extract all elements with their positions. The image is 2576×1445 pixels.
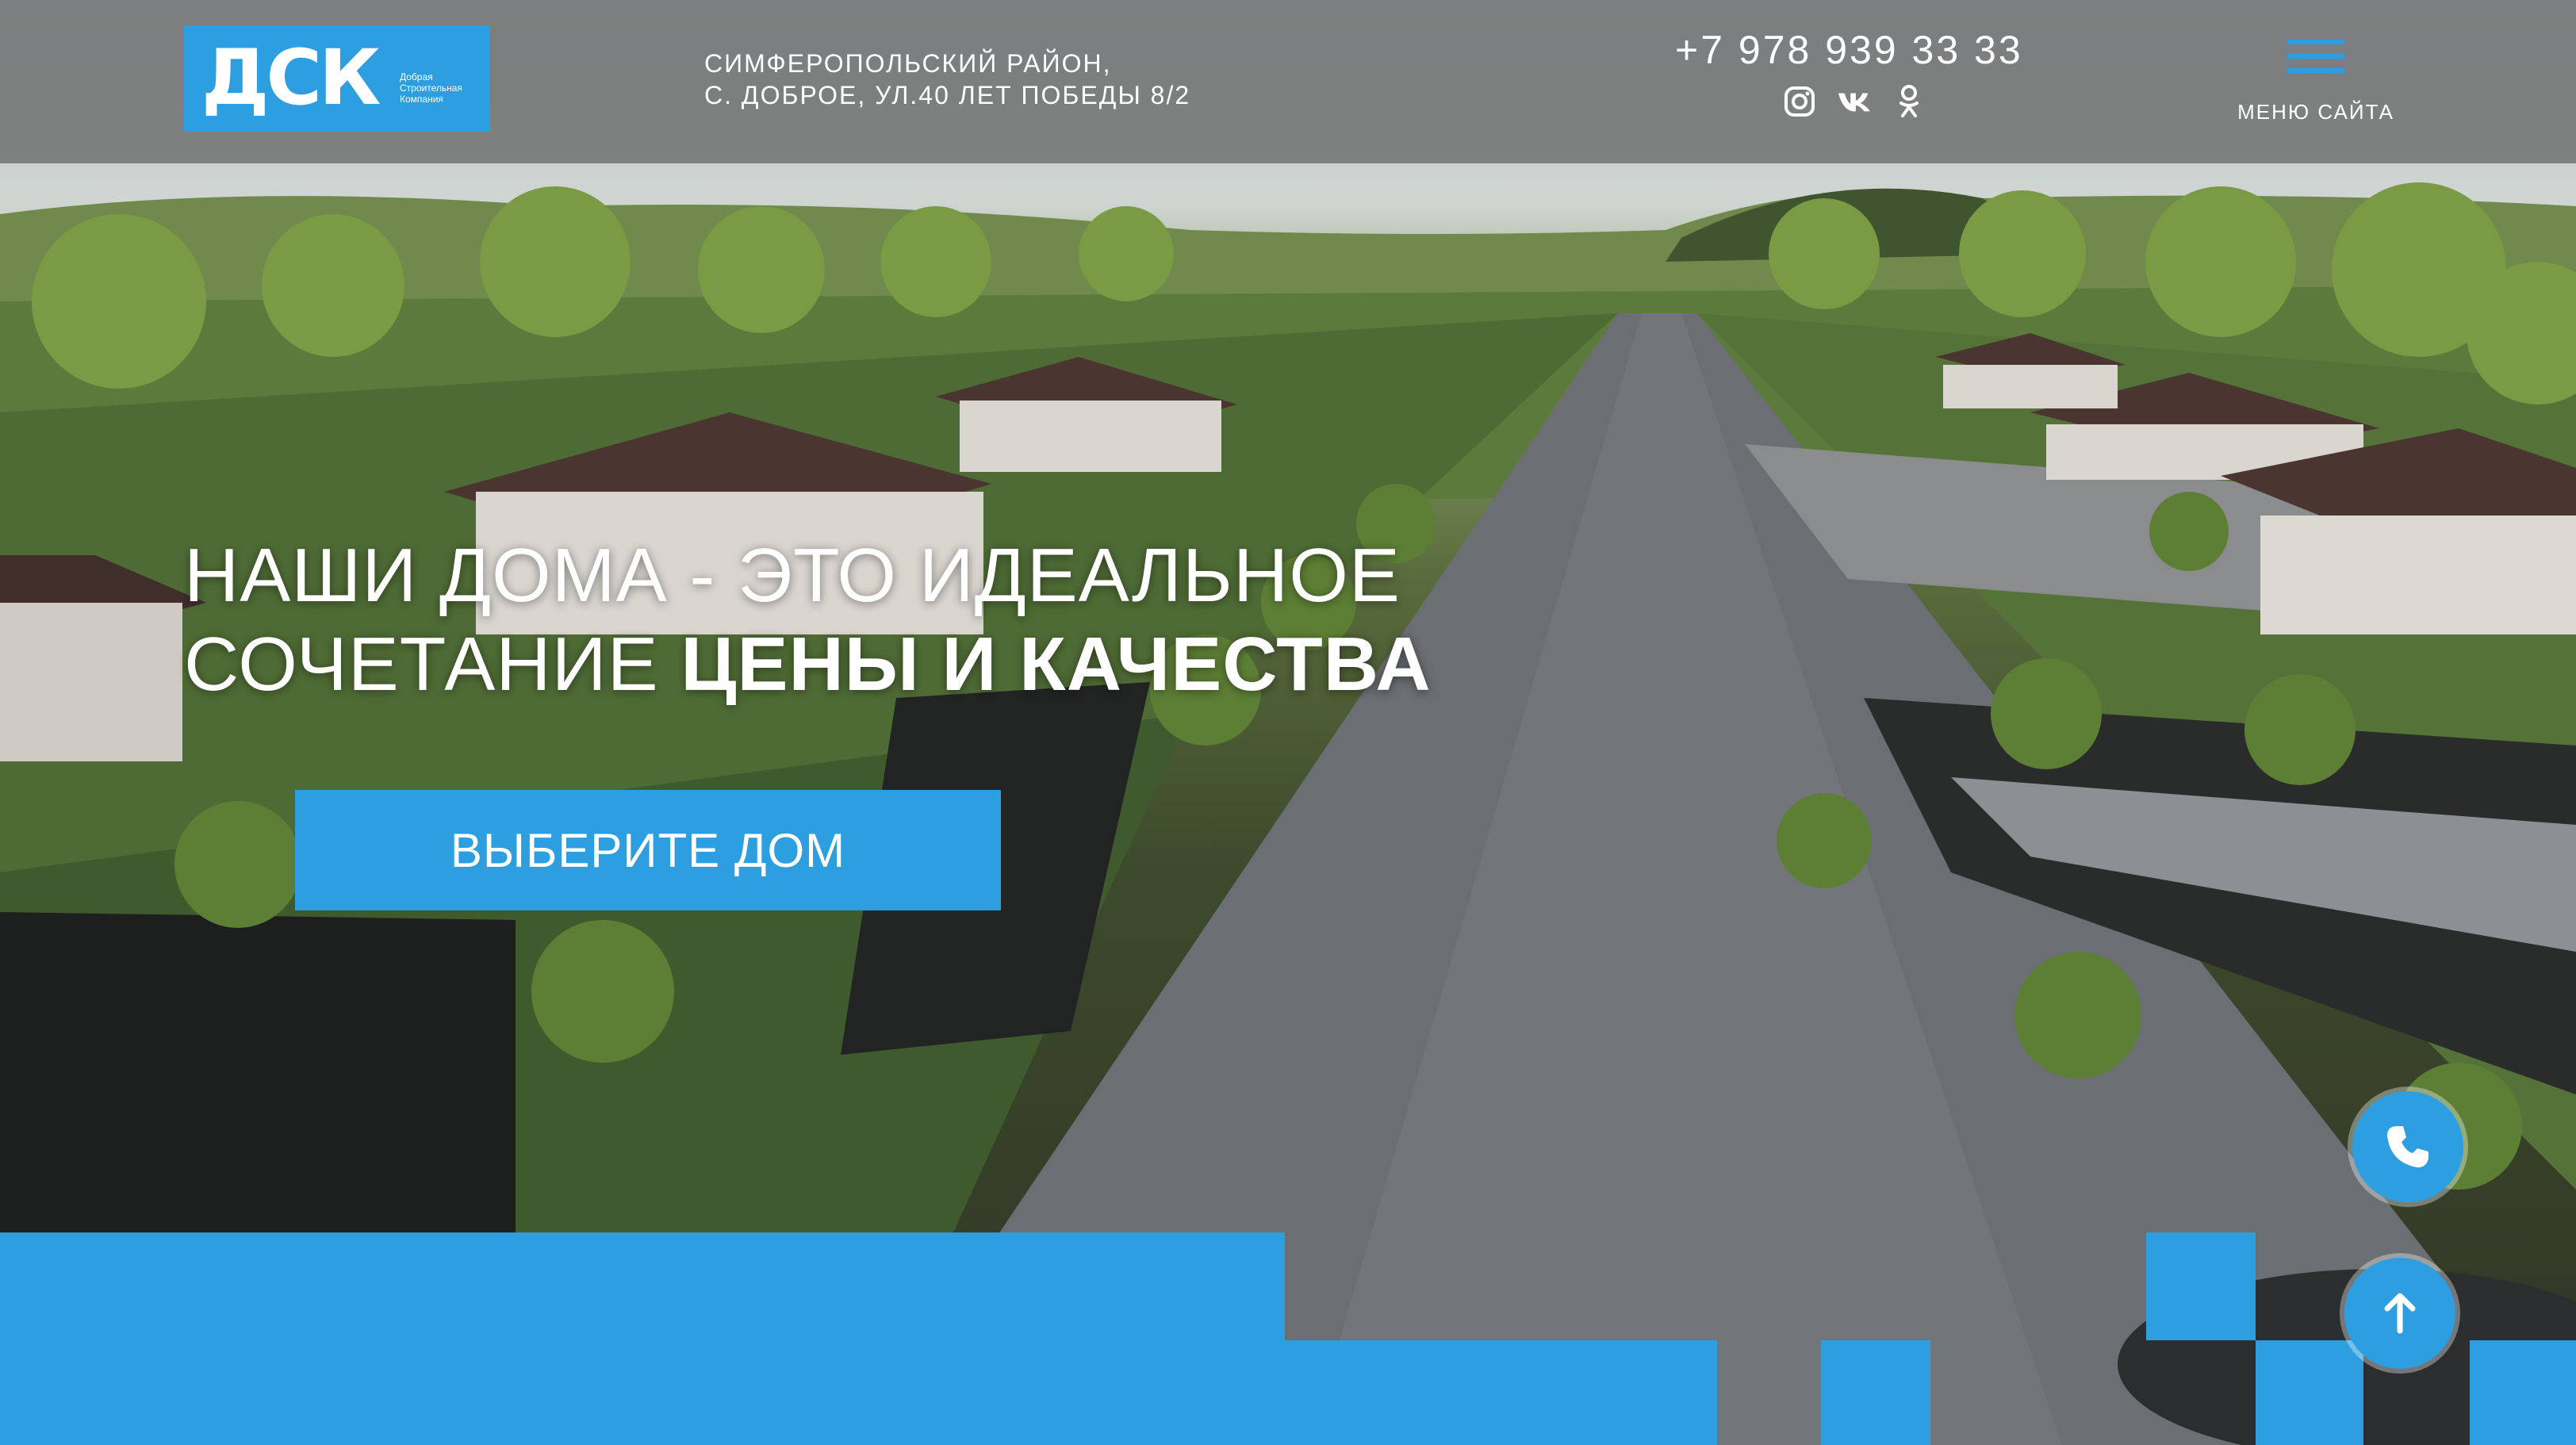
- call-button[interactable]: [2352, 1091, 2463, 1202]
- arrow-up-icon: [2384, 1293, 2416, 1334]
- instagram-icon[interactable]: [1783, 84, 1816, 119]
- address: СИМФЕРОПОЛЬСКИЙ РАЙОН, С. ДОБРОЕ, УЛ.40 …: [704, 48, 1190, 111]
- bottom-block: [0, 1232, 1285, 1445]
- address-line-2: С. ДОБРОЕ, УЛ.40 ЛЕТ ПОБЕДЫ 8/2: [704, 81, 1191, 109]
- phone-link[interactable]: +7 978 939 33 33: [1675, 27, 2023, 73]
- bottom-block: [1821, 1340, 1930, 1445]
- logo-subtitle-line: Добрая: [400, 71, 433, 82]
- hero-headline: НАШИ ДОМА - ЭТО ИДЕАЛЬНОЕ СОЧЕТАНИЕ ЦЕНЫ…: [184, 531, 1432, 709]
- site-menu-button[interactable]: МЕНЮ САЙТА: [2237, 32, 2395, 135]
- bottom-block: [1285, 1340, 1717, 1445]
- headline-line-2: СОЧЕТАНИЕ ЦЕНЫ И КАЧЕСТВА: [184, 620, 1432, 709]
- bottom-block: [2256, 1340, 2363, 1445]
- headline-regular-part: СОЧЕТАНИЕ: [184, 622, 681, 707]
- menu-label: МЕНЮ САЙТА: [2237, 100, 2394, 124]
- choose-house-button[interactable]: ВЫБЕРИТЕ ДОМ: [295, 790, 1001, 910]
- bottom-block: [2146, 1232, 2256, 1340]
- hamburger-icon: [2287, 40, 2344, 79]
- logo-subtitle: Добрая Строительная Компания: [400, 71, 487, 105]
- vk-icon[interactable]: [1837, 84, 1872, 119]
- address-line-1: СИМФЕРОПОЛЬСКИЙ РАЙОН,: [704, 49, 1112, 78]
- company-logo[interactable]: ДСК Добрая Строительная Компания: [184, 25, 490, 132]
- phone-icon: [2387, 1126, 2428, 1167]
- logo-mark: ДСК: [201, 33, 381, 122]
- hero-illustration: [0, 182, 2576, 1445]
- bottom-block: [2470, 1340, 2576, 1445]
- social-links: [1783, 82, 1926, 121]
- logo-subtitle-line: Компания: [400, 94, 443, 105]
- site-header: ДСК Добрая Строительная Компания СИМФЕРО…: [0, 0, 2576, 163]
- headline-line-1: НАШИ ДОМА - ЭТО ИДЕАЛЬНОЕ: [184, 533, 1401, 618]
- hero-background-image: [0, 0, 2576, 1445]
- logo-subtitle-line: Строительная: [400, 82, 462, 94]
- odnoklassniki-icon[interactable]: [1892, 84, 1926, 119]
- headline-bold-part: ЦЕНЫ И КАЧЕСТВА: [680, 622, 1432, 707]
- scroll-top-button[interactable]: [2344, 1258, 2455, 1369]
